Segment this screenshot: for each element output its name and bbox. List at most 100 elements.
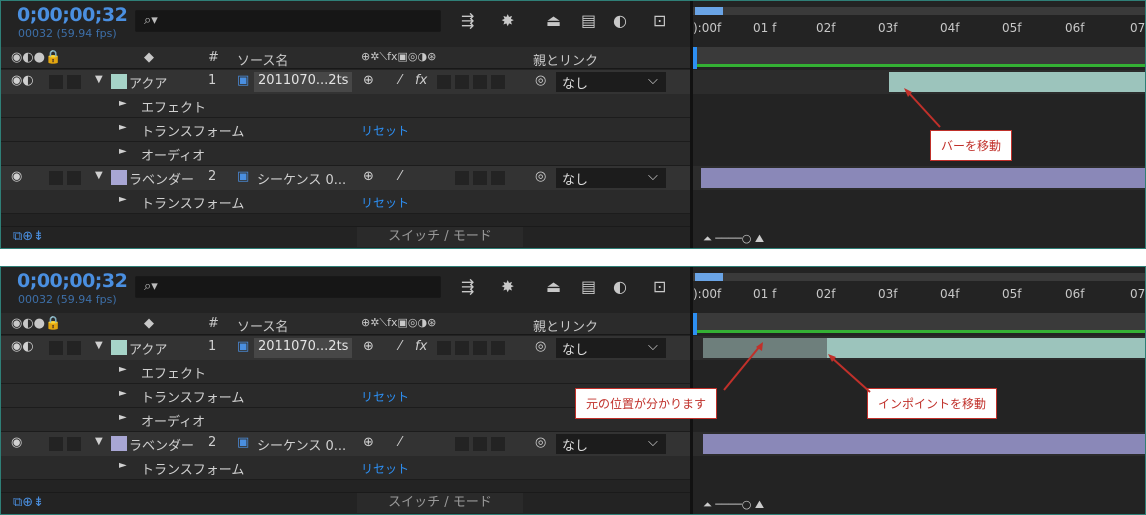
pickwhip-icon[interactable]: ◎ — [535, 339, 546, 354]
layer-row-aqua[interactable]: ◉◐ ▼ アクア 1 ▣ 2011070...2ts ⊕ ⁄ fx ◎ なし ⌵ — [1, 336, 691, 360]
pickwhip-icon[interactable]: ◎ — [535, 435, 546, 450]
switch-box[interactable] — [473, 437, 487, 451]
layer-row-aqua[interactable]: ◉◐ ▼ アクア 1 ▣ 2011070...2ts ⊕ ⁄ fx ◎ なし ⌵ — [1, 70, 691, 94]
reset-link[interactable]: リセット — [361, 460, 409, 477]
switch-box[interactable] — [491, 341, 505, 355]
composition-mini-flowchart-icon[interactable]: ⇶ — [461, 11, 474, 30]
expand-arrow-icon[interactable]: ► — [119, 388, 127, 399]
layer-name[interactable]: アクア — [129, 339, 167, 358]
motion-blur-icon[interactable]: ◐ — [613, 11, 627, 30]
reset-link[interactable]: リセット — [361, 122, 409, 139]
solo-switch[interactable] — [49, 341, 63, 355]
label-color[interactable] — [111, 436, 127, 451]
work-area-handle[interactable] — [695, 273, 723, 281]
switch-box[interactable] — [473, 341, 487, 355]
draft-3d-icon[interactable]: ✸ — [501, 277, 514, 296]
col-source-name[interactable]: ソース名 — [237, 50, 288, 69]
property-audio[interactable]: ► オーディオ — [1, 142, 691, 166]
zoom-slider[interactable]: ⏶ ────○ ⛰ — [703, 232, 764, 246]
property-transform[interactable]: ► トランスフォーム リセット — [1, 118, 691, 142]
switch-box[interactable] — [455, 437, 469, 451]
expand-arrow-icon[interactable]: ► — [119, 460, 127, 471]
label-color[interactable] — [111, 74, 127, 89]
eye-icon[interactable]: ◉◐ — [11, 339, 34, 354]
eye-icon[interactable]: ◉ — [11, 435, 22, 450]
property-transform[interactable]: ► トランスフォーム リセット — [1, 456, 691, 480]
switch-box[interactable] — [437, 75, 451, 89]
switch-box[interactable] — [455, 171, 469, 185]
switch-box[interactable] — [473, 75, 487, 89]
lock-switch[interactable] — [67, 171, 81, 185]
expand-arrow-icon[interactable]: ▼ — [95, 436, 103, 447]
eye-icon[interactable]: ◉◐ — [11, 73, 34, 88]
work-area-handle[interactable] — [695, 7, 723, 15]
lock-switch[interactable] — [67, 437, 81, 451]
quality-switch-icon[interactable]: ⁄ — [399, 73, 401, 88]
layer-bar-lavender[interactable] — [703, 434, 1145, 454]
expand-arrow-icon[interactable]: ▼ — [95, 170, 103, 181]
shy-switch-icon[interactable]: ⊕ — [363, 73, 374, 88]
graph-editor-icon[interactable]: ⊡ — [653, 277, 666, 296]
switch-box[interactable] — [437, 341, 451, 355]
composition-mini-flowchart-icon[interactable]: ⇶ — [461, 277, 474, 296]
col-parent-link[interactable]: 親とリンク — [533, 316, 598, 335]
shy-layers-icon[interactable]: ⏏ — [546, 11, 561, 30]
layer-bar-aqua[interactable] — [889, 72, 1145, 92]
parent-select[interactable]: なし ⌵ — [556, 168, 666, 188]
parent-select[interactable]: なし ⌵ — [556, 72, 666, 92]
expand-arrow-icon[interactable]: ▼ — [95, 74, 103, 85]
source-name[interactable]: シーケンス 0... — [257, 169, 346, 188]
reset-link[interactable]: リセット — [361, 194, 409, 211]
switch-box[interactable] — [491, 171, 505, 185]
expand-arrow-icon[interactable]: ▼ — [95, 340, 103, 351]
layer-name[interactable]: ラベンダー — [129, 169, 194, 188]
layer-name[interactable]: アクア — [129, 73, 167, 92]
lock-switch[interactable] — [67, 341, 81, 355]
current-time-indicator[interactable] — [693, 313, 697, 335]
reset-link[interactable]: リセット — [361, 388, 409, 405]
bottom-toggle-icons[interactable]: ⧉⊕⇟ — [13, 495, 44, 510]
expand-arrow-icon[interactable]: ► — [119, 146, 127, 157]
source-name[interactable]: 2011070...2ts — [254, 72, 353, 92]
fx-switch-icon[interactable]: fx — [415, 73, 427, 88]
switch-mode-toggle[interactable]: スイッチ / モード — [357, 227, 523, 247]
col-parent-link[interactable]: 親とリンク — [533, 50, 598, 69]
frame-blending-icon[interactable]: ▤ — [581, 11, 596, 30]
pickwhip-icon[interactable]: ◎ — [535, 73, 546, 88]
label-color[interactable] — [111, 340, 127, 355]
solo-switch[interactable] — [49, 437, 63, 451]
fx-switch-icon[interactable]: fx — [415, 339, 427, 354]
search-input[interactable]: ⌕▾ — [135, 276, 441, 298]
switch-box[interactable] — [491, 437, 505, 451]
shy-switch-icon[interactable]: ⊕ — [363, 339, 374, 354]
layer-bar-aqua[interactable] — [827, 338, 1145, 358]
shy-switch-icon[interactable]: ⊕ — [363, 169, 374, 184]
layer-bar-lavender[interactable] — [701, 168, 1145, 188]
parent-select[interactable]: なし ⌵ — [556, 434, 666, 454]
pickwhip-icon[interactable]: ◎ — [535, 169, 546, 184]
lock-switch[interactable] — [67, 75, 81, 89]
timecode[interactable]: 0;00;00;32 — [17, 270, 128, 292]
switch-box[interactable] — [473, 171, 487, 185]
eye-icon[interactable]: ◉ — [11, 169, 22, 184]
search-input[interactable]: ⌕▾ — [135, 10, 441, 32]
layer-row-lavender[interactable]: ◉ ▼ ラベンダー 2 ▣ シーケンス 0... ⊕ ⁄ ◎ なし ⌵ — [1, 166, 691, 190]
expand-arrow-icon[interactable]: ► — [119, 364, 127, 375]
col-source-name[interactable]: ソース名 — [237, 316, 288, 335]
quality-switch-icon[interactable]: ⁄ — [399, 435, 401, 450]
draft-3d-icon[interactable]: ✸ — [501, 11, 514, 30]
solo-switch[interactable] — [49, 75, 63, 89]
source-name[interactable]: 2011070...2ts — [254, 338, 353, 358]
property-transform[interactable]: ► トランスフォーム リセット — [1, 190, 691, 214]
parent-select[interactable]: なし ⌵ — [556, 338, 666, 358]
graph-editor-icon[interactable]: ⊡ — [653, 11, 666, 30]
work-area-bar[interactable] — [693, 7, 1145, 15]
motion-blur-icon[interactable]: ◐ — [613, 277, 627, 296]
property-effect[interactable]: ► エフェクト — [1, 360, 691, 384]
solo-switch[interactable] — [49, 171, 63, 185]
label-color[interactable] — [111, 170, 127, 185]
property-effect[interactable]: ► エフェクト — [1, 94, 691, 118]
frame-blending-icon[interactable]: ▤ — [581, 277, 596, 296]
layer-name[interactable]: ラベンダー — [129, 435, 194, 454]
time-ruler[interactable]: ):00f 01 f 02f 03f 04f 05f 06f 07 — [693, 1, 1145, 47]
